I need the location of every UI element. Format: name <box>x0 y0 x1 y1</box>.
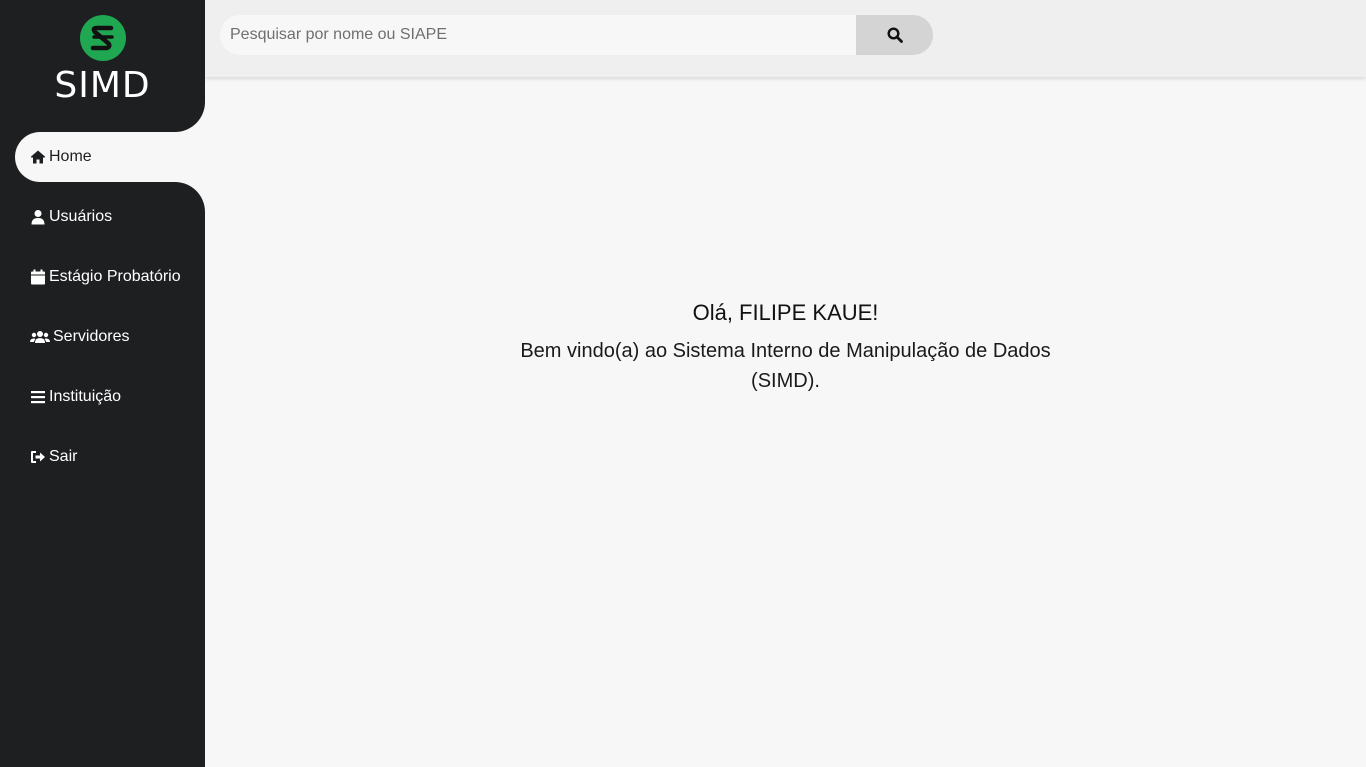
sign-out-icon <box>31 451 45 463</box>
sidebar-item-label: Instituição <box>49 388 122 405</box>
sidebar-item-label: Sair <box>49 448 78 465</box>
search-button[interactable] <box>856 15 933 55</box>
sidebar-item-servidores[interactable]: Servidores <box>0 312 205 372</box>
sidebar-item-home[interactable]: Home <box>0 132 205 182</box>
topbar <box>205 0 1366 77</box>
welcome-section: Olá, FILIPE KAUE! Bem vindo(a) ao Sistem… <box>205 290 1366 396</box>
search-icon <box>886 27 903 43</box>
bars-icon <box>31 391 45 404</box>
sidebar-item-estagio-probatorio[interactable]: Estágio Probatório <box>0 252 205 312</box>
sidebar-item-label: Estágio Probatório <box>49 268 181 285</box>
search-input[interactable] <box>220 15 856 55</box>
sidebar-item-sair[interactable]: Sair <box>0 432 205 492</box>
user-icon <box>31 210 45 225</box>
active-curve-top <box>175 102 205 132</box>
simd-logo-icon <box>80 15 126 61</box>
home-icon <box>30 150 46 164</box>
sidebar-item-label: Home <box>49 148 92 165</box>
welcome-text: Bem vindo(a) ao Sistema Interno de Manip… <box>520 340 1051 392</box>
greeting-heading: Olá, FILIPE KAUE! <box>692 300 879 325</box>
sidebar-item-label: Usuários <box>49 208 113 225</box>
sidebar-item-label: Servidores <box>53 328 130 345</box>
users-icon <box>30 331 50 343</box>
sidebar-item-instituicao[interactable]: Instituição <box>0 372 205 432</box>
calendar-icon <box>31 269 45 285</box>
sidebar-nav: Home Usuários Estágio Probatório Servido… <box>0 132 205 492</box>
search-bar <box>220 15 933 55</box>
sidebar: SIMD Home Usuários Estágio Probatório Se… <box>0 0 205 767</box>
sidebar-item-usuarios[interactable]: Usuários <box>0 192 205 252</box>
